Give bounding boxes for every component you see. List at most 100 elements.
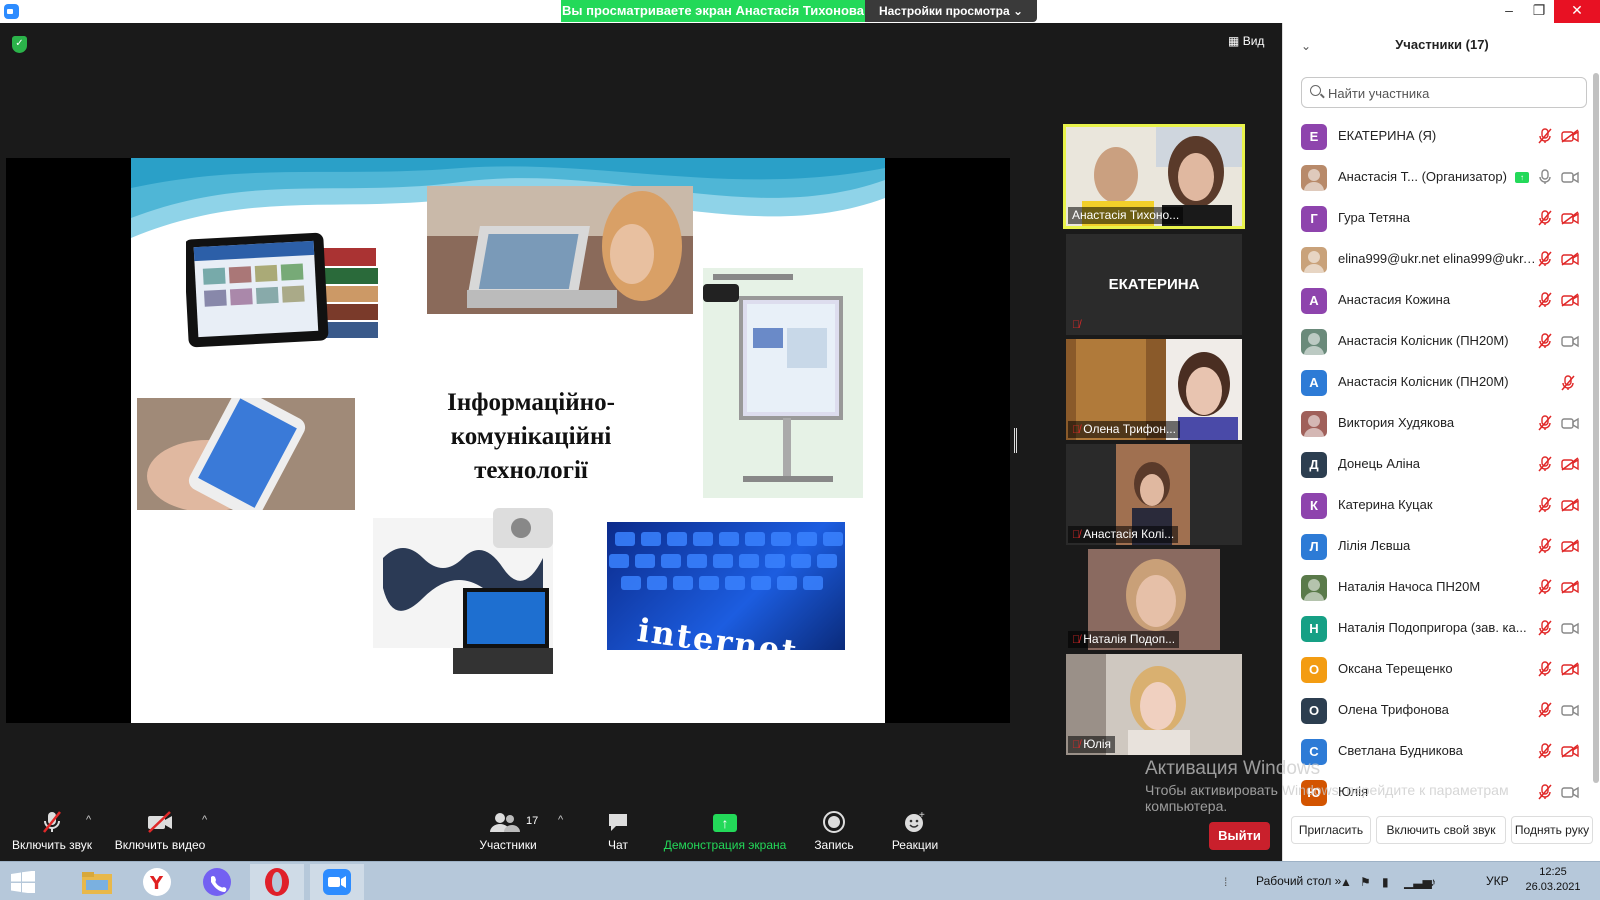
participant-name: Гура Тетяна (1338, 210, 1411, 225)
file-explorer-icon[interactable] (70, 864, 124, 900)
record-icon (808, 810, 860, 834)
participant-name: Юлія (1338, 784, 1369, 799)
participant-row[interactable]: Л Лілія Лєвша (1283, 526, 1593, 567)
volume-icon[interactable]: ♪ (1430, 875, 1436, 889)
network-signal-icon[interactable]: ▁▃▅ (1404, 875, 1432, 889)
video-tile-active-speaker[interactable]: Анастасія Тихоно... (1063, 124, 1245, 229)
participant-row[interactable]: Анастасія Колісник (ПН20М) (1283, 321, 1593, 362)
participant-name: Наталія Начоса ПН20М (1338, 579, 1481, 594)
language-indicator[interactable]: УКР (1486, 874, 1509, 888)
search-icon (1310, 85, 1321, 96)
viber-icon[interactable] (190, 864, 244, 900)
participant-row[interactable]: Е ЕКАТЕРИНА (Я) (1283, 116, 1593, 157)
participant-row[interactable]: Г Гура Тетяна (1283, 198, 1593, 239)
participant-row[interactable]: Ю Юлія (1283, 772, 1593, 813)
participant-list-scrollbar[interactable] (1593, 73, 1599, 813)
tablet-books-image (186, 232, 378, 348)
participant-row[interactable]: elina999@ukr.net elina999@ukr.net (1283, 239, 1593, 280)
chat-button[interactable]: Чат (598, 810, 638, 852)
participant-row[interactable]: Анастасія Т... (Организатор) ↑ (1283, 157, 1593, 198)
scrollbar-thumb[interactable] (1593, 73, 1599, 783)
minimize-button[interactable]: – (1494, 0, 1524, 23)
video-tile-name-text: Олена Трифон... (1083, 422, 1176, 436)
share-screen-icon: ↑ (713, 814, 737, 832)
desktop-toolbar[interactable]: Рабочий стол » (1256, 874, 1341, 888)
participant-row[interactable]: О Олена Трифонова (1283, 690, 1593, 731)
participant-name: Анастасія Колісник (ПН20М) (1338, 333, 1509, 348)
windows-start-icon[interactable] (10, 871, 36, 893)
participant-avatar: Г (1301, 206, 1327, 232)
participants-panel-footer: Пригласить Включить свой звук Поднять ру… (1283, 808, 1600, 858)
action-center-flag-icon[interactable]: ⚑ (1360, 875, 1371, 889)
participants-panel-title: Участники (17) (1395, 37, 1489, 52)
participant-row[interactable]: А Анастасія Колісник (ПН20М) (1283, 362, 1593, 403)
show-hidden-icons-icon[interactable]: ▲ (1340, 875, 1352, 889)
muted-mic-icon (1538, 702, 1552, 718)
leave-meeting-button[interactable]: Выйти (1209, 822, 1270, 850)
record-button[interactable]: Запись (808, 810, 860, 852)
screen-sharing-badge-icon: ↑ (1515, 172, 1529, 183)
video-tile-name: 🎙̸ Наталія Подоп... (1068, 631, 1180, 648)
participant-name: Анастасія Т... (Организатор) (1338, 169, 1507, 184)
raise-hand-button[interactable]: Поднять руку (1511, 816, 1593, 844)
video-tile[interactable]: 🎙̸ Олена Трифон... (1066, 339, 1242, 440)
participant-avatar: Ю (1301, 780, 1327, 806)
video-options-chevron-icon[interactable]: ^ (202, 814, 207, 826)
unmute-me-button[interactable]: Включить свой звук (1376, 816, 1506, 844)
encryption-shield-icon[interactable]: ✓ (12, 36, 27, 53)
muted-mic-icon (1538, 579, 1552, 595)
start-video-button[interactable]: Включить видео (114, 810, 206, 852)
participant-name: Лілія Лєвша (1338, 538, 1411, 553)
video-tile-name-only[interactable]: ЕКАТЕРИНА 🎙̸ (1066, 234, 1242, 335)
video-off-icon (114, 810, 206, 834)
unmute-button[interactable]: Включить звук (10, 810, 94, 852)
close-button[interactable]: ✕ (1554, 0, 1600, 23)
video-tile[interactable]: 🎙̸ Анастасія Колі... (1066, 444, 1242, 545)
yandex-browser-icon[interactable]: Y (130, 864, 184, 900)
muted-mic-icon (1538, 251, 1552, 267)
viewing-screen-banner: Вы просматриваете экран Анастасія Тихоно… (561, 0, 865, 22)
video-off-icon (1561, 457, 1579, 471)
video-tile[interactable]: 🎙̸ Наталія Подоп... (1066, 549, 1242, 650)
video-off-icon (1561, 580, 1579, 594)
video-camera-icon (1561, 703, 1579, 717)
video-tile-name-text: Анастасія Колі... (1083, 527, 1175, 541)
shared-screen: internet Інформаційно- комунікаційні тех… (6, 158, 1010, 723)
participant-name: Наталія Подопригора (зав. ка... (1338, 620, 1527, 635)
video-off-icon (1561, 211, 1579, 225)
meeting-toolbar: Включить звук ^ Включить видео ^ 17 Учас… (0, 800, 1282, 861)
reactions-label: Реакции (891, 838, 939, 852)
muted-mic-icon (1538, 333, 1552, 349)
participants-button[interactable]: 17 Участники (476, 810, 540, 852)
zoom-taskbar-icon[interactable] (310, 864, 364, 900)
participants-chevron-icon[interactable]: ^ (558, 814, 563, 826)
video-tile[interactable]: 🎙̸ Юлія (1066, 654, 1242, 755)
participant-row[interactable]: Н Наталія Подопригора (зав. ка... (1283, 608, 1593, 649)
participant-search-box[interactable] (1301, 77, 1587, 108)
view-layout-button[interactable]: ▦ Вид (1228, 34, 1264, 48)
invite-button[interactable]: Пригласить (1291, 816, 1371, 844)
taskbar-clock[interactable]: 12:25 26.03.2021 (1518, 865, 1588, 895)
panel-splitter-handle[interactable] (1014, 428, 1017, 453)
view-options-button[interactable]: Настройки просмотра ⌄ (865, 0, 1037, 22)
participant-row[interactable]: О Оксана Терещенко (1283, 649, 1593, 690)
muted-mic-icon (1538, 538, 1552, 554)
participant-search-input[interactable] (1328, 83, 1578, 103)
participant-row[interactable]: С Светлана Будникова (1283, 731, 1593, 772)
participant-row[interactable]: А Анастасия Кожина (1283, 280, 1593, 321)
video-off-icon (1561, 662, 1579, 676)
participant-row[interactable]: Д Донець Аліна (1283, 444, 1593, 485)
participant-row[interactable]: Виктория Худякова (1283, 403, 1593, 444)
student-laptop-image (427, 186, 693, 314)
participant-name: Олена Трифонова (1338, 702, 1449, 717)
muted-mic-icon: 🎙̸ (1072, 529, 1081, 541)
muted-mic-icon (1538, 292, 1552, 308)
audio-options-chevron-icon[interactable]: ^ (86, 814, 91, 826)
restore-button[interactable]: ❐ (1524, 0, 1554, 23)
reactions-button[interactable]: + Реакции (884, 810, 946, 852)
participant-row[interactable]: К Катерина Куцак (1283, 485, 1593, 526)
battery-icon[interactable]: ▮ (1382, 875, 1389, 889)
participant-row[interactable]: Наталія Начоса ПН20М (1283, 567, 1593, 608)
opera-browser-icon[interactable] (250, 864, 304, 900)
share-screen-button[interactable]: ↑ Демонстрация экрана (660, 810, 790, 852)
